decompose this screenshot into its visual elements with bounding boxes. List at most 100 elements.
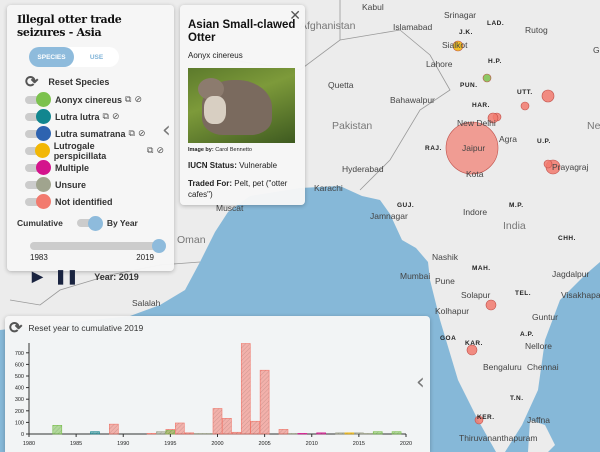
panel-title: Illegal otter trade seizures - Asia — [17, 13, 122, 39]
toggle-knob — [87, 215, 103, 231]
city-label: Pune — [435, 276, 455, 286]
bar-hatch — [175, 422, 185, 434]
bar-hatch — [184, 432, 194, 434]
seizure-marker[interactable] — [485, 299, 497, 311]
state-label: M.P. — [509, 202, 524, 209]
external-link-icon[interactable]: ⧉ — [147, 145, 153, 156]
species-color-dot — [36, 194, 51, 209]
country-label: Pakistan — [332, 120, 373, 132]
play-icon[interactable]: ▶ — [32, 268, 43, 285]
x-tick-label: 2000 — [211, 441, 223, 447]
species-row[interactable]: Not identified — [17, 193, 164, 210]
species-toggle[interactable] — [25, 92, 51, 107]
city-label: Prayagraj — [552, 162, 589, 172]
collapse-chart-chevron-icon[interactable]: ‹ — [416, 370, 425, 395]
bar-hatch — [222, 418, 232, 434]
status-label: IUCN Status: — [188, 161, 237, 170]
city-label: Bengaluru — [483, 362, 522, 372]
view-toggle[interactable]: SPECIES USE — [29, 47, 119, 67]
city-label: Mumbai — [400, 271, 431, 281]
bar-hatch — [354, 432, 364, 434]
seizure-marker[interactable] — [541, 89, 555, 103]
x-tick-label: 1985 — [70, 441, 82, 447]
city-label: Karachi — [314, 183, 343, 193]
species-color-dot — [36, 126, 51, 141]
species-toggle[interactable] — [25, 143, 50, 158]
bar-hatch — [156, 431, 166, 434]
species-toggle[interactable] — [25, 194, 51, 209]
species-label: Lutra sumatrana — [55, 128, 126, 139]
x-tick-label: 2015 — [353, 441, 365, 447]
y-tick-label: 700 — [15, 351, 24, 357]
collapse-legend-chevron-icon[interactable]: ‹ — [162, 118, 171, 143]
slider-min: 1983 — [30, 253, 48, 262]
bar-hatch — [373, 431, 383, 434]
external-link-icon[interactable]: ⧉ — [125, 94, 131, 105]
x-tick-label: 2010 — [306, 441, 318, 447]
city-label: Lahore — [426, 59, 453, 69]
species-toggle[interactable] — [25, 177, 51, 192]
species-toggle[interactable] — [25, 109, 51, 124]
slider-max: 2019 — [136, 253, 154, 262]
slider-handle[interactable] — [152, 239, 166, 253]
species-toggle[interactable] — [25, 126, 51, 141]
bar-hatch — [250, 421, 260, 434]
pause-icon[interactable]: ❚❚ — [55, 268, 78, 285]
year-slider[interactable] — [30, 239, 166, 253]
seizure-marker[interactable] — [520, 101, 530, 111]
bar-hatch — [260, 370, 270, 434]
species-toggle[interactable] — [25, 160, 51, 175]
eye-slash-icon[interactable]: ⊘ — [134, 94, 142, 105]
otter-photo — [188, 68, 295, 143]
species-row[interactable]: Unsure — [17, 176, 164, 193]
species-color-dot — [36, 177, 51, 192]
external-link-icon[interactable]: ⧉ — [103, 111, 109, 122]
eye-slash-icon[interactable]: ⊘ — [156, 145, 164, 156]
bar-hatch — [335, 432, 345, 434]
cumulative-label: Cumulative — [17, 218, 63, 228]
traded-label: Traded For: — [188, 179, 233, 188]
mode-toggle[interactable] — [76, 215, 103, 231]
species-row[interactable]: Lutra lutra ⧉ ⊘ — [17, 108, 164, 125]
city-label: Jaffna — [527, 415, 551, 425]
reset-species-button[interactable]: ⟳ Reset Species — [17, 73, 164, 91]
seizure-marker[interactable] — [482, 73, 492, 83]
country-label: Afghanistan — [300, 20, 356, 32]
bar-hatch — [231, 432, 241, 434]
state-label: HAR. — [472, 102, 490, 109]
species-label: Lutra lutra — [55, 111, 100, 122]
eye-slash-icon[interactable]: ⊘ — [138, 128, 146, 139]
state-label: PUN. — [460, 82, 478, 89]
close-icon[interactable]: ✕ — [289, 7, 301, 24]
seizure-marker[interactable] — [543, 159, 553, 169]
x-tick-label: 1995 — [164, 441, 176, 447]
bar-hatch — [90, 431, 100, 434]
bar-hatch — [297, 433, 307, 434]
species-row[interactable]: Lutra sumatrana ⧉ ⊘ — [17, 125, 164, 142]
tab-use[interactable]: USE — [74, 47, 119, 67]
state-label: LAD. — [487, 20, 505, 27]
species-color-dot — [36, 92, 51, 107]
reset-species-label: Reset Species — [48, 77, 110, 87]
species-label: Multiple — [55, 162, 89, 173]
bar-hatch — [109, 424, 119, 434]
mode-toggle-row: Cumulative By Year — [17, 215, 164, 231]
eye-slash-icon[interactable]: ⊘ — [112, 111, 120, 122]
reset-year-button[interactable]: ⟳ Reset year to cumulative 2019 — [5, 319, 430, 337]
city-label: Kota — [466, 169, 484, 179]
external-link-icon[interactable]: ⧉ — [129, 128, 135, 139]
species-row[interactable]: Aonyx cinereus ⧉ ⊘ — [17, 91, 164, 108]
species-row[interactable]: Multiple — [17, 159, 164, 176]
y-tick-label: 400 — [15, 386, 24, 392]
city-label: Jagdalpur — [552, 269, 590, 279]
country-label: Oman — [177, 234, 206, 246]
species-row[interactable]: Lutrogale perspicillata ⧉ ⊘ — [17, 141, 164, 161]
bar-hatch — [194, 433, 204, 434]
state-label: RAJ. — [425, 145, 442, 152]
species-label: Unsure — [55, 179, 87, 190]
state-label: A.P. — [520, 331, 534, 338]
tab-species[interactable]: SPECIES — [29, 47, 74, 67]
refresh-icon: ⟳ — [9, 320, 23, 337]
species-popup: ✕ Asian Small-clawed Otter Aonyx cinereu… — [180, 5, 305, 205]
city-label: Islamabad — [393, 22, 433, 32]
